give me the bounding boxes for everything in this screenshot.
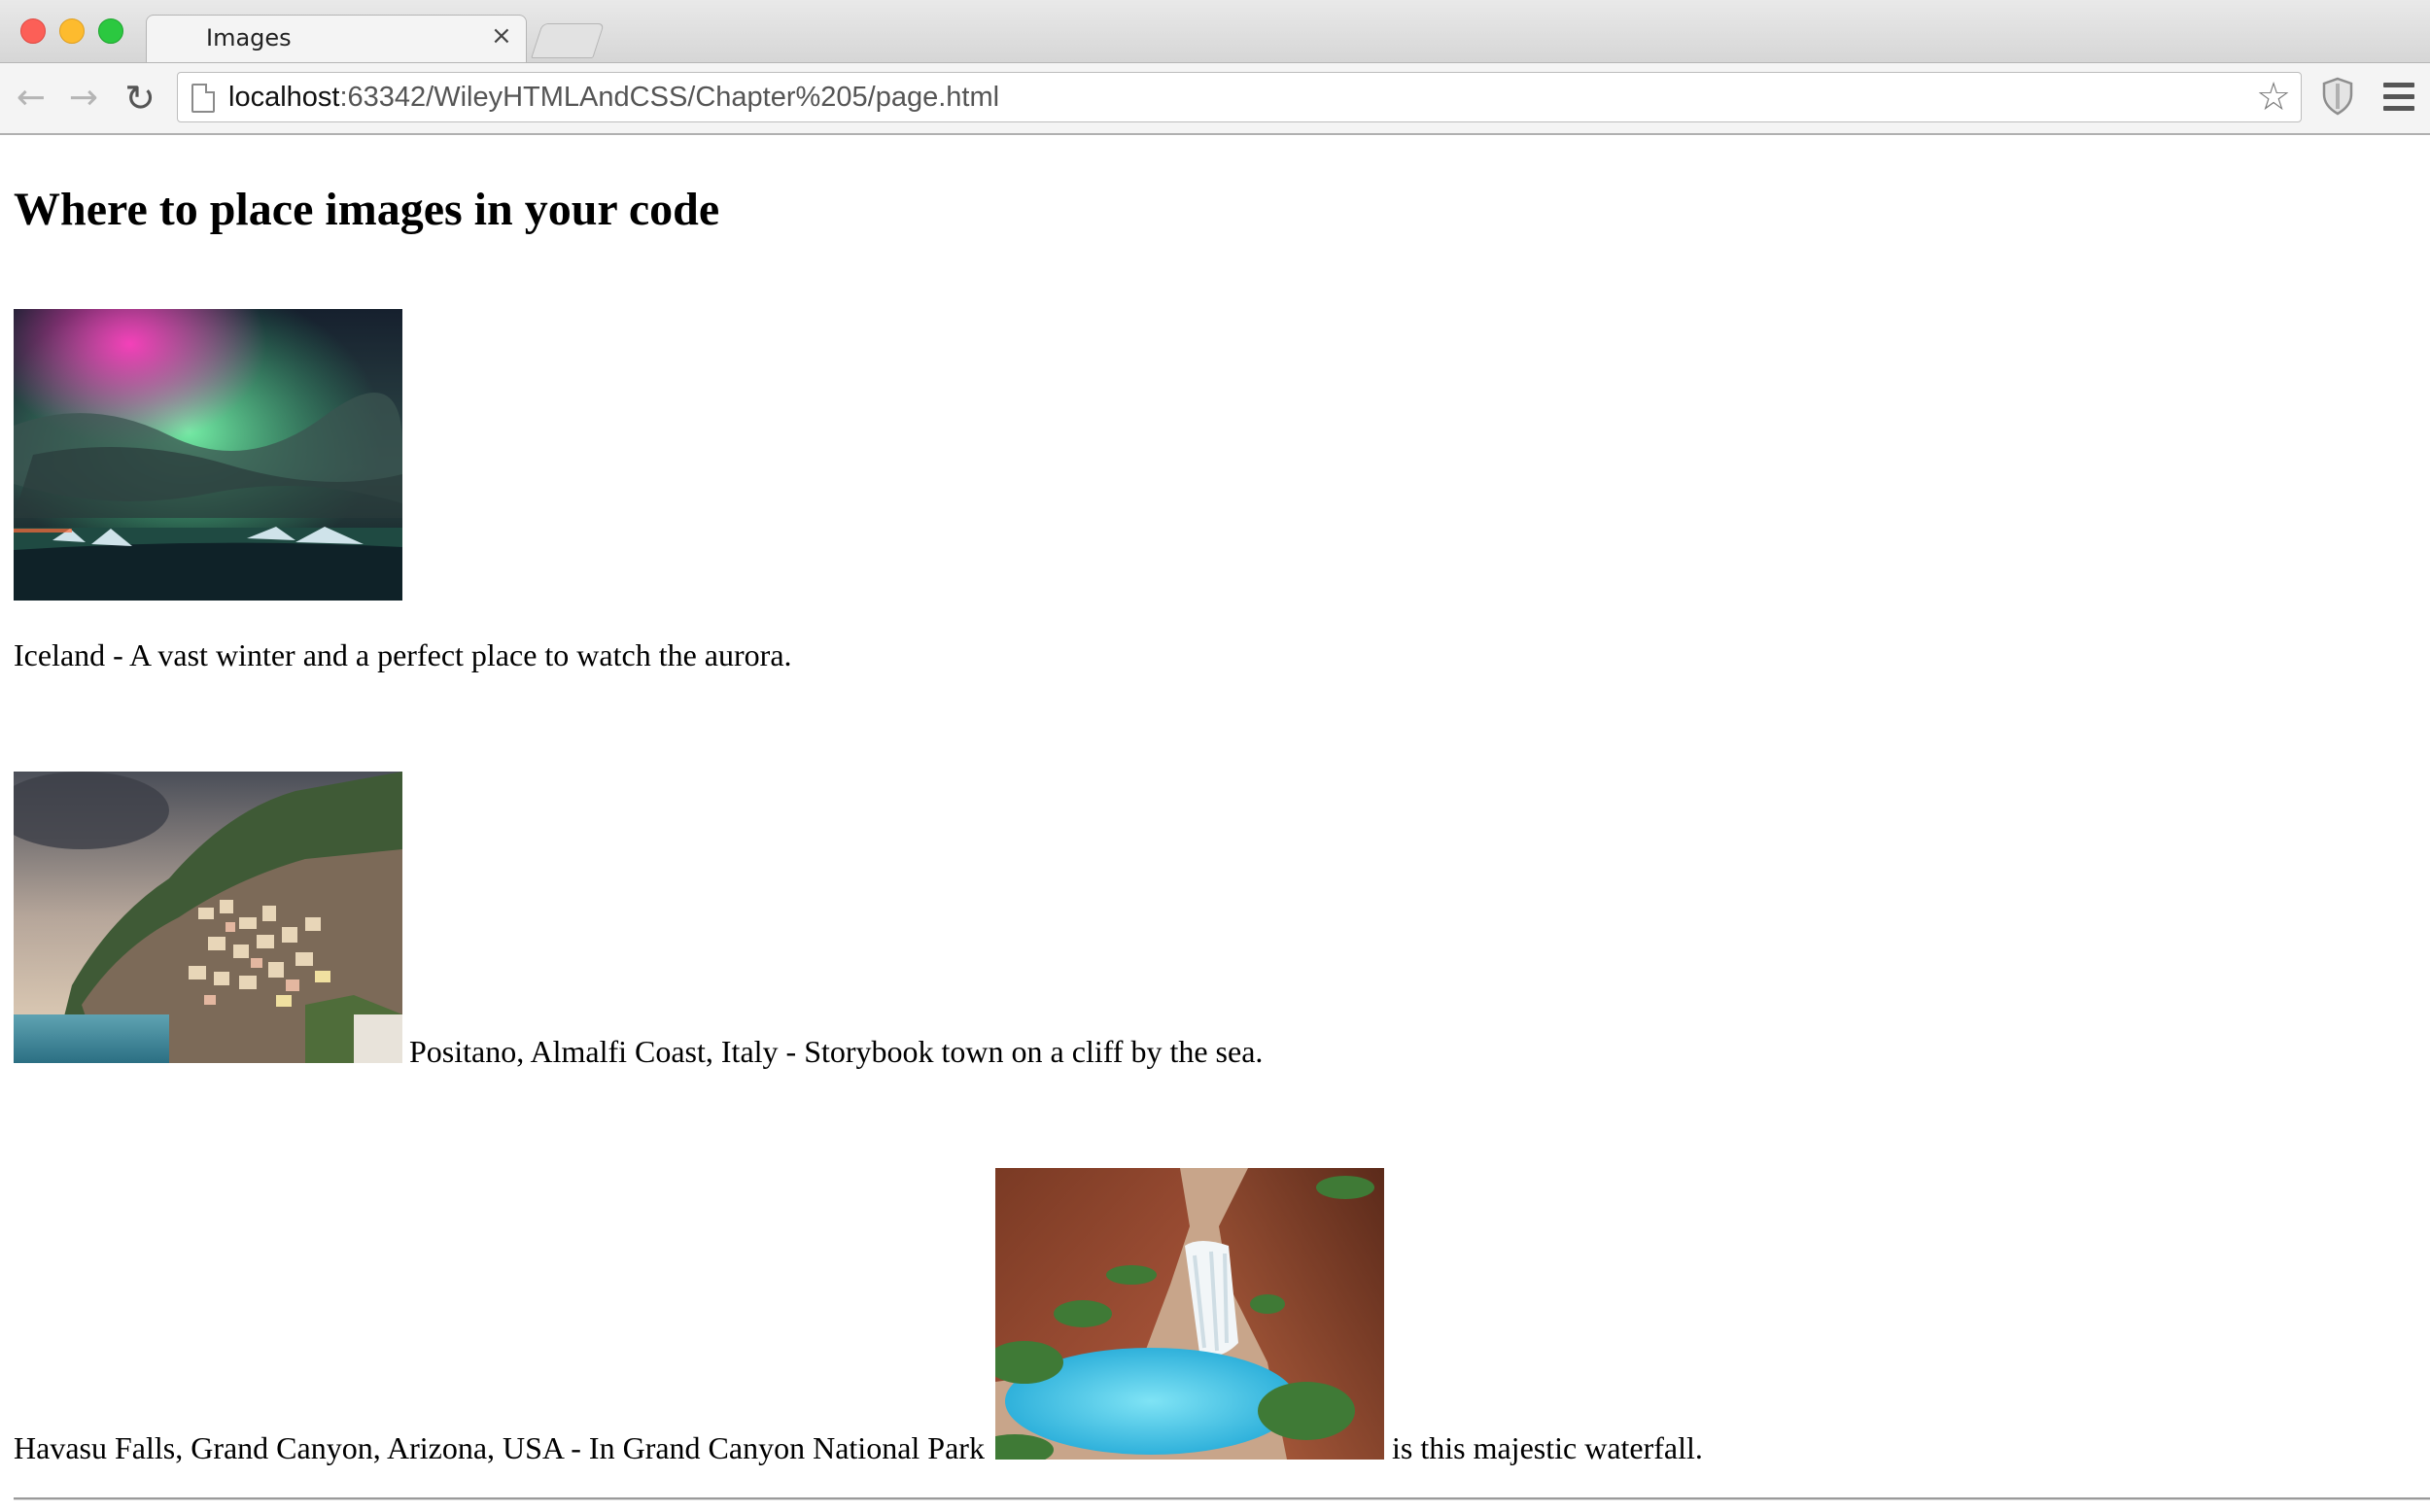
horizontal-rule (14, 1497, 2430, 1500)
star-icon[interactable]: ☆ (2256, 76, 2291, 119)
menu-icon[interactable] (2383, 83, 2414, 112)
maximize-window-button[interactable] (98, 18, 123, 44)
address-url[interactable]: localhost:63342/WileyHTMLAndCSS/Chapter%… (228, 82, 999, 114)
browser-toolbar: ← → ↻ localhost:63342/WileyHTMLAndCSS/Ch… (0, 62, 2430, 135)
tab-close-icon[interactable]: × (491, 21, 512, 51)
page-icon (191, 84, 215, 113)
minimize-window-button[interactable] (59, 18, 85, 44)
tab-images[interactable] (146, 15, 527, 64)
new-tab-button[interactable] (531, 23, 605, 58)
iceland-aurora-image (14, 309, 402, 601)
address-bar[interactable]: localhost:63342/WileyHTMLAndCSS/Chapter%… (177, 72, 2302, 122)
page-title: Where to place images in your code (14, 184, 720, 235)
havasu-caption-before: Havasu Falls, Grand Canyon, Arizona, USA… (14, 1430, 985, 1465)
close-window-button[interactable] (20, 18, 46, 44)
tab-title: Images (206, 24, 292, 52)
iceland-caption: Iceland - A vast winter and a perfect pl… (14, 637, 792, 672)
forward-arrow-icon[interactable]: → (64, 79, 103, 118)
havasu-caption-after: is this majestic waterfall. (1392, 1430, 1703, 1465)
reload-icon[interactable]: ↻ (121, 79, 159, 118)
url-host: localhost (228, 82, 340, 113)
back-arrow-icon[interactable]: ← (12, 79, 51, 118)
havasu-falls-image (995, 1168, 1384, 1460)
positano-caption: Positano, Almalfi Coast, Italy - Storybo… (409, 1034, 1264, 1069)
url-path: :63342/WileyHTMLAndCSS/Chapter%205/page.… (339, 82, 1000, 113)
window-titlebar: Images × (0, 0, 2430, 64)
shield-icon[interactable] (2321, 77, 2354, 116)
page-content: Where to place images in your code Icela… (0, 134, 2430, 1512)
positano-image (14, 772, 402, 1063)
